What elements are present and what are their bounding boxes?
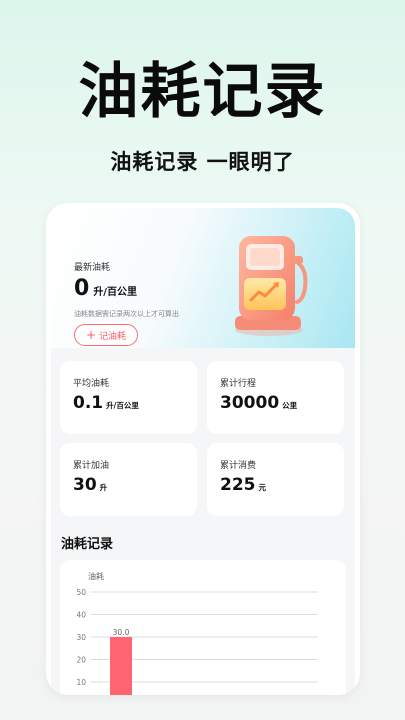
latest-note: 油耗数据需记录两次以上才可算出: [74, 310, 179, 318]
bar-data-label: 30.0: [113, 628, 130, 637]
plus-icon: +: [85, 328, 97, 342]
stat-label: 累计行程: [220, 379, 257, 389]
stat-label: 累计加油: [73, 461, 110, 471]
stat-card-total-fuel: 累计加油 30 升: [60, 443, 197, 516]
hero-subtitle: 油耗记录 一眼明了: [110, 150, 295, 174]
record-fuel-label: 记油耗: [99, 331, 127, 342]
y-axis-label: 油耗: [88, 571, 104, 581]
latest-label: 最新油耗: [74, 263, 111, 273]
stat-unit: 升: [99, 483, 108, 492]
stat-unit: 公里: [282, 401, 298, 410]
stat-value-row: 0.1 升/百公里: [73, 393, 139, 413]
stat-value-row: 225 元: [220, 475, 266, 495]
stat-value: 0.1: [73, 393, 104, 413]
stat-card-total-mileage: 累计行程 30000 公里: [207, 361, 344, 434]
bar: [110, 637, 132, 695]
hero-title: 油耗记录: [78, 57, 327, 127]
stat-value-row: 30 升: [73, 475, 107, 495]
stat-value-row: 30000 公里: [220, 393, 297, 413]
stat-card-avg-consumption: 平均油耗 0.1 升/百公里: [60, 361, 197, 434]
stat-value: 30: [73, 475, 97, 495]
y-tick-label: 20: [76, 656, 86, 665]
section-title: 油耗记录: [61, 537, 114, 552]
stat-label: 累计消费: [220, 461, 257, 471]
y-tick-label: 30: [76, 633, 86, 642]
stat-unit: 升/百公里: [106, 401, 139, 410]
fuel-pump-illustration: [235, 236, 308, 336]
latest-consumption-card: 最新油耗 0 升/百公里 油耗数据需记录两次以上才可算出 + 记油耗: [51, 208, 355, 348]
phone-frame: 最新油耗 0 升/百公里 油耗数据需记录两次以上才可算出 + 记油耗 平均油耗 …: [46, 203, 360, 695]
stat-unit: 元: [258, 483, 267, 492]
stat-card-total-spend: 累计消费 225 元: [207, 443, 344, 516]
stat-value: 225: [220, 475, 256, 495]
y-tick-label: 40: [76, 611, 86, 620]
latest-value-row: 0 升/百公里: [74, 276, 137, 301]
y-tick-label: 10: [76, 678, 86, 687]
y-tick-label: 50: [76, 588, 86, 597]
stat-label: 平均油耗: [73, 379, 110, 389]
app-screen: 最新油耗 0 升/百公里 油耗数据需记录两次以上才可算出 + 记油耗 平均油耗 …: [51, 208, 355, 695]
latest-value: 0: [74, 276, 90, 301]
consumption-chart-card: 油耗 10 20 30 40 50 30.0: [60, 560, 346, 695]
latest-unit: 升/百公里: [93, 287, 137, 298]
consumption-bar-chart: 油耗 10 20 30 40 50 30.0: [76, 571, 318, 695]
stat-value: 30000: [220, 393, 280, 413]
record-fuel-button[interactable]: + 记油耗: [74, 324, 138, 346]
